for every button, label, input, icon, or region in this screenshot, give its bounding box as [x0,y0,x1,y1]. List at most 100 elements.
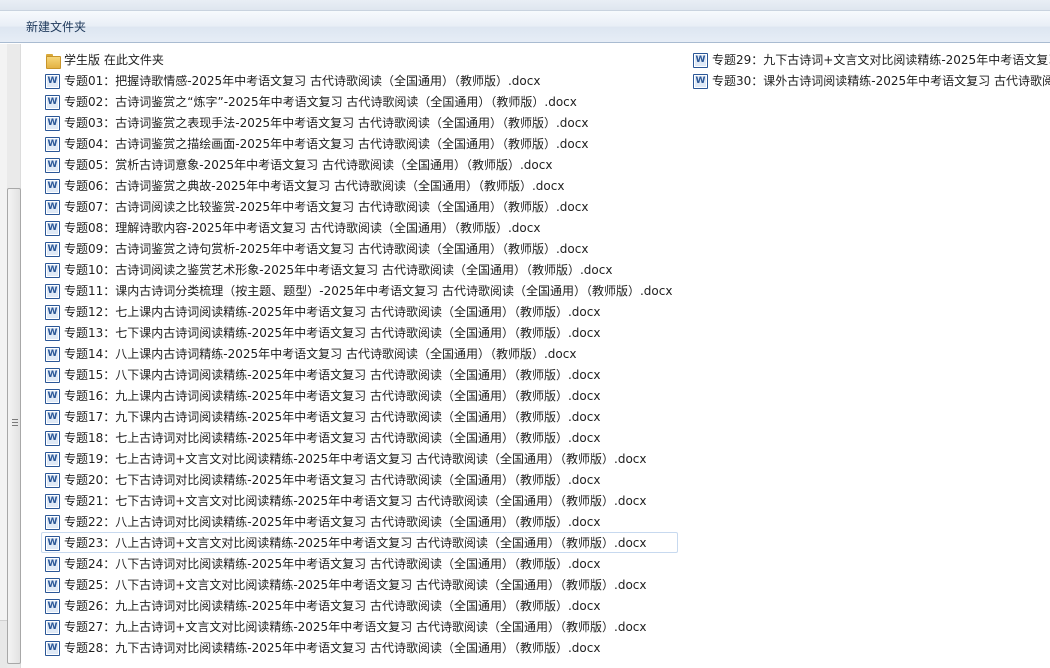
word-document-icon [45,620,60,635]
file-name: 专题10：古诗词阅读之鉴赏艺术形象-2025年中考语文复习 古代诗歌阅读（全国通… [64,263,613,277]
file-item[interactable]: 专题18：七上古诗词对比阅读精练-2025年中考语文复习 古代诗歌阅读（全国通用… [41,427,678,448]
file-item[interactable]: 专题19：七上古诗词+文言文对比阅读精练-2025年中考语文复习 古代诗歌阅读（… [41,448,678,469]
file-name: 专题02：古诗词鉴赏之“炼字”-2025年中考语文复习 古代诗歌阅读（全国通用）… [64,95,577,109]
word-document-icon [45,284,60,299]
file-item[interactable]: 专题17：九下课内古诗词阅读精练-2025年中考语文复习 古代诗歌阅读（全国通用… [41,406,678,427]
vertical-scrollbar[interactable] [0,44,21,668]
scroll-track-bottom [0,620,7,668]
file-item[interactable]: 专题22：八上古诗词对比阅读精练-2025年中考语文复习 古代诗歌阅读（全国通用… [41,511,678,532]
file-item[interactable]: 专题14：八上课内古诗词精练-2025年中考语文复习 古代诗歌阅读（全国通用）（… [41,343,678,364]
word-document-icon [45,326,60,341]
word-document-icon [45,410,60,425]
file-item[interactable]: 专题15：八下课内古诗词阅读精练-2025年中考语文复习 古代诗歌阅读（全国通用… [41,364,678,385]
word-document-icon [693,74,708,89]
file-list-column-2: 专题29：九下古诗词+文言文对比阅读精练-2025年中考语文复习专题30：课外古… [689,49,1050,91]
file-name: 专题21：七下古诗词+文言文对比阅读精练-2025年中考语文复习 古代诗歌阅读（… [64,494,647,508]
word-document-icon [45,242,60,257]
word-document-icon [45,389,60,404]
file-item[interactable]: 专题11：课内古诗词分类梳理（按主题、题型）-2025年中考语文复习 古代诗歌阅… [41,280,678,301]
file-item[interactable]: 专题24：八下古诗词对比阅读精练-2025年中考语文复习 古代诗歌阅读（全国通用… [41,553,678,574]
file-item[interactable]: 专题29：九下古诗词+文言文对比阅读精练-2025年中考语文复习 [689,49,1050,70]
file-item[interactable]: 专题04：古诗词鉴赏之描绘画面-2025年中考语文复习 古代诗歌阅读（全国通用）… [41,133,678,154]
file-item[interactable]: 专题08：理解诗歌内容-2025年中考语文复习 古代诗歌阅读（全国通用）（教师版… [41,217,678,238]
file-name: 专题11：课内古诗词分类梳理（按主题、题型）-2025年中考语文复习 古代诗歌阅… [64,284,673,298]
file-name: 专题22：八上古诗词对比阅读精练-2025年中考语文复习 古代诗歌阅读（全国通用… [64,515,601,529]
file-name: 专题28：九下古诗词对比阅读精练-2025年中考语文复习 古代诗歌阅读（全国通用… [64,641,601,655]
file-item[interactable]: 专题13：七下课内古诗词阅读精练-2025年中考语文复习 古代诗歌阅读（全国通用… [41,322,678,343]
file-item[interactable]: 专题25：八下古诗词+文言文对比阅读精练-2025年中考语文复习 古代诗歌阅读（… [41,574,678,595]
word-document-icon [45,473,60,488]
file-name: 专题15：八下课内古诗词阅读精练-2025年中考语文复习 古代诗歌阅读（全国通用… [64,368,601,382]
file-item[interactable]: 专题12：七上课内古诗词阅读精练-2025年中考语文复习 古代诗歌阅读（全国通用… [41,301,678,322]
file-name: 专题25：八下古诗词+文言文对比阅读精练-2025年中考语文复习 古代诗歌阅读（… [64,578,647,592]
file-item[interactable]: 专题20：七下古诗词对比阅读精练-2025年中考语文复习 古代诗歌阅读（全国通用… [41,469,678,490]
file-item[interactable]: 专题28：九下古诗词对比阅读精练-2025年中考语文复习 古代诗歌阅读（全国通用… [41,637,678,658]
file-list-column-1: 学生版 在此文件夹 专题01：把握诗歌情感-2025年中考语文复习 古代诗歌阅读… [41,49,679,658]
file-item[interactable]: 专题23：八上古诗词+文言文对比阅读精练-2025年中考语文复习 古代诗歌阅读（… [41,532,679,553]
word-document-icon [45,95,60,110]
word-document-icon [693,53,708,68]
file-name: 专题08：理解诗歌内容-2025年中考语文复习 古代诗歌阅读（全国通用）（教师版… [64,221,541,235]
file-name: 专题06：古诗词鉴赏之典故-2025年中考语文复习 古代诗歌阅读（全国通用）（教… [64,179,565,193]
file-name: 专题30：课外古诗词阅读精练-2025年中考语文复习 古代诗歌阅 [712,74,1050,88]
scroll-thumb[interactable] [7,188,21,664]
word-document-icon [45,641,60,656]
file-name: 专题14：八上课内古诗词精练-2025年中考语文复习 古代诗歌阅读（全国通用）（… [64,347,577,361]
file-item[interactable]: 专题16：九上课内古诗词阅读精练-2025年中考语文复习 古代诗歌阅读（全国通用… [41,385,678,406]
file-name: 专题19：七上古诗词+文言文对比阅读精练-2025年中考语文复习 古代诗歌阅读（… [64,452,647,466]
file-name: 专题27：九上古诗词+文言文对比阅读精练-2025年中考语文复习 古代诗歌阅读（… [64,620,647,634]
file-name: 专题20：七下古诗词对比阅读精练-2025年中考语文复习 古代诗歌阅读（全国通用… [64,473,601,487]
word-document-icon [45,200,60,215]
word-document-icon [45,452,60,467]
word-document-icon [45,494,60,509]
file-name: 专题03：古诗词鉴赏之表现手法-2025年中考语文复习 古代诗歌阅读（全国通用）… [64,116,589,130]
file-name: 专题29：九下古诗词+文言文对比阅读精练-2025年中考语文复习 [712,53,1050,67]
window-top-strip [0,0,1050,11]
folder-icon [45,54,61,69]
word-document-icon [45,515,60,530]
word-document-icon [45,263,60,278]
file-name: 专题13：七下课内古诗词阅读精练-2025年中考语文复习 古代诗歌阅读（全国通用… [64,326,601,340]
file-item[interactable]: 专题01：把握诗歌情感-2025年中考语文复习 古代诗歌阅读（全国通用）（教师版… [41,70,678,91]
word-document-icon [45,599,60,614]
file-item[interactable]: 专题05：赏析古诗词意象-2025年中考语文复习 古代诗歌阅读（全国通用）（教师… [41,154,678,175]
toolbar: 新建文件夹 [0,11,1050,43]
file-name: 专题01：把握诗歌情感-2025年中考语文复习 古代诗歌阅读（全国通用）（教师版… [64,74,541,88]
file-item[interactable]: 专题26：九上古诗词对比阅读精练-2025年中考语文复习 古代诗歌阅读（全国通用… [41,595,678,616]
file-name: 专题24：八下古诗词对比阅读精练-2025年中考语文复习 古代诗歌阅读（全国通用… [64,557,601,571]
word-document-icon [45,179,60,194]
file-item[interactable]: 专题21：七下古诗词+文言文对比阅读精练-2025年中考语文复习 古代诗歌阅读（… [41,490,678,511]
folder-item[interactable]: 学生版 在此文件夹 [41,49,678,70]
word-document-icon [45,578,60,593]
word-document-icon [45,137,60,152]
file-name: 专题04：古诗词鉴赏之描绘画面-2025年中考语文复习 古代诗歌阅读（全国通用）… [64,137,589,151]
file-name: 专题17：九下课内古诗词阅读精练-2025年中考语文复习 古代诗歌阅读（全国通用… [64,410,601,424]
file-name: 专题12：七上课内古诗词阅读精练-2025年中考语文复习 古代诗歌阅读（全国通用… [64,305,601,319]
file-item[interactable]: 专题30：课外古诗词阅读精练-2025年中考语文复习 古代诗歌阅 [689,70,1050,91]
file-name: 专题05：赏析古诗词意象-2025年中考语文复习 古代诗歌阅读（全国通用）（教师… [64,158,553,172]
folder-name: 学生版 在此文件夹 [64,53,164,67]
scroll-track [0,44,7,668]
word-document-icon [45,347,60,362]
file-name: 专题16：九上课内古诗词阅读精练-2025年中考语文复习 古代诗歌阅读（全国通用… [64,389,601,403]
word-document-icon [45,305,60,320]
file-item[interactable]: 专题02：古诗词鉴赏之“炼字”-2025年中考语文复习 古代诗歌阅读（全国通用）… [41,91,678,112]
file-item[interactable]: 专题10：古诗词阅读之鉴赏艺术形象-2025年中考语文复习 古代诗歌阅读（全国通… [41,259,678,280]
word-document-icon [45,158,60,173]
file-name: 专题26：九上古诗词对比阅读精练-2025年中考语文复习 古代诗歌阅读（全国通用… [64,599,601,613]
word-document-icon [45,74,60,89]
file-name: 专题18：七上古诗词对比阅读精练-2025年中考语文复习 古代诗歌阅读（全国通用… [64,431,601,445]
file-item[interactable]: 专题27：九上古诗词+文言文对比阅读精练-2025年中考语文复习 古代诗歌阅读（… [41,616,678,637]
scroll-grip-icon [12,419,18,428]
file-name: 专题23：八上古诗词+文言文对比阅读精练-2025年中考语文复习 古代诗歌阅读（… [64,536,647,550]
file-item[interactable]: 专题03：古诗词鉴赏之表现手法-2025年中考语文复习 古代诗歌阅读（全国通用）… [41,112,678,133]
file-name: 专题07：古诗词阅读之比较鉴赏-2025年中考语文复习 古代诗歌阅读（全国通用）… [64,200,589,214]
new-folder-button[interactable]: 新建文件夹 [17,16,95,38]
file-item[interactable]: 专题07：古诗词阅读之比较鉴赏-2025年中考语文复习 古代诗歌阅读（全国通用）… [41,196,678,217]
word-document-icon [45,431,60,446]
file-item[interactable]: 专题06：古诗词鉴赏之典故-2025年中考语文复习 古代诗歌阅读（全国通用）（教… [41,175,678,196]
file-item[interactable]: 专题09：古诗词鉴赏之诗句赏析-2025年中考语文复习 古代诗歌阅读（全国通用）… [41,238,678,259]
word-document-icon [45,116,60,131]
word-document-icon [45,221,60,236]
file-name: 专题09：古诗词鉴赏之诗句赏析-2025年中考语文复习 古代诗歌阅读（全国通用）… [64,242,589,256]
